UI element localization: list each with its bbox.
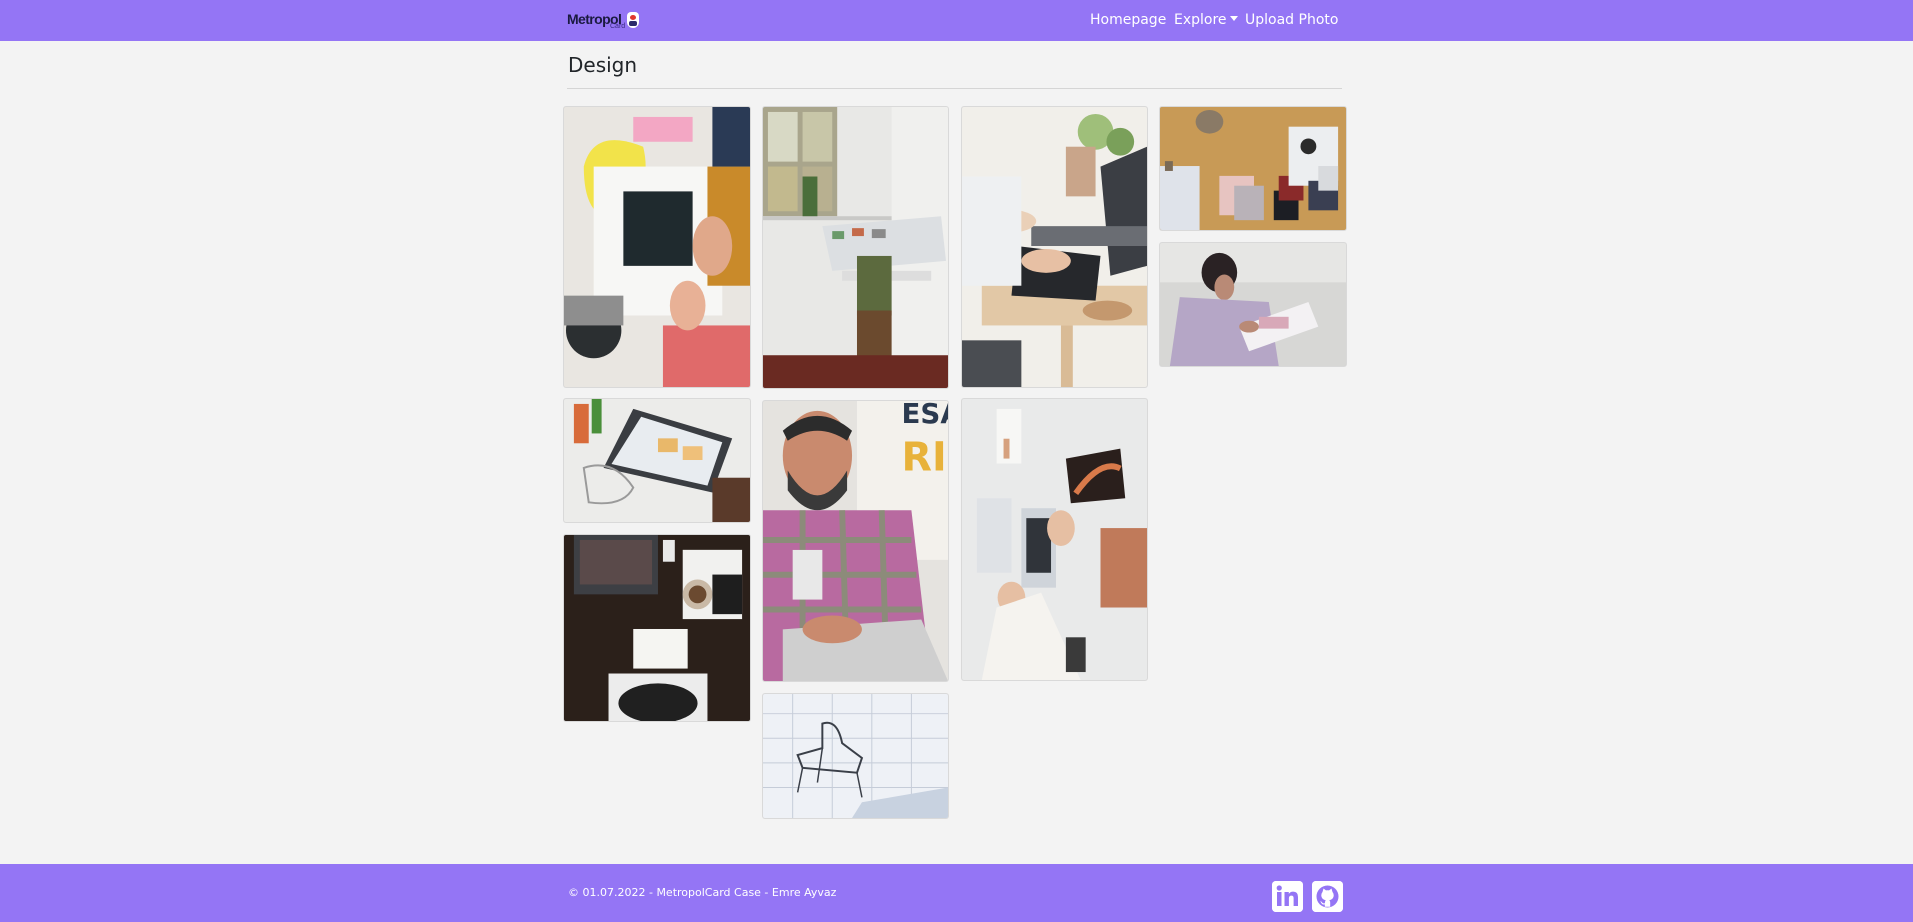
gallery-photo[interactable]: ESA RIB [762, 400, 949, 682]
gallery-photo[interactable] [762, 693, 949, 819]
svg-text:RIB: RIB [902, 434, 948, 480]
brand-sub: Card [610, 23, 626, 30]
nav-upload-photo-link[interactable]: Upload Photo [1245, 12, 1338, 28]
gallery-photo[interactable] [961, 398, 1148, 681]
title-divider [567, 88, 1342, 89]
gallery-photo[interactable] [563, 106, 751, 388]
gallery-photo[interactable] [563, 398, 751, 523]
page-title: Design [568, 53, 638, 77]
footer: © 01.07.2022 - MetropolCard Case - Emre … [0, 864, 1913, 922]
linkedin-icon[interactable] [1272, 881, 1303, 912]
nav-homepage-link[interactable]: Homepage [1090, 12, 1166, 28]
gallery-photo[interactable] [1159, 242, 1347, 367]
nav-explore-label: Explore [1174, 12, 1227, 28]
svg-text:ESA: ESA [902, 401, 948, 430]
gallery-photo[interactable] [1159, 106, 1347, 231]
brand-mascot-icon [627, 12, 639, 28]
github-icon[interactable] [1312, 881, 1343, 912]
footer-copyright: © 01.07.2022 - MetropolCard Case - Emre … [568, 886, 837, 899]
caret-down-icon [1229, 16, 1238, 21]
gallery-photo[interactable] [762, 106, 949, 389]
gallery-photo[interactable] [961, 106, 1148, 388]
gallery-photo[interactable] [563, 534, 751, 722]
nav-explore-dropdown[interactable]: Explore [1174, 12, 1238, 28]
brand-logo[interactable]: Metropol Card [567, 8, 647, 34]
navbar: Metropol Card Homepage Explore Upload Ph… [0, 0, 1913, 41]
